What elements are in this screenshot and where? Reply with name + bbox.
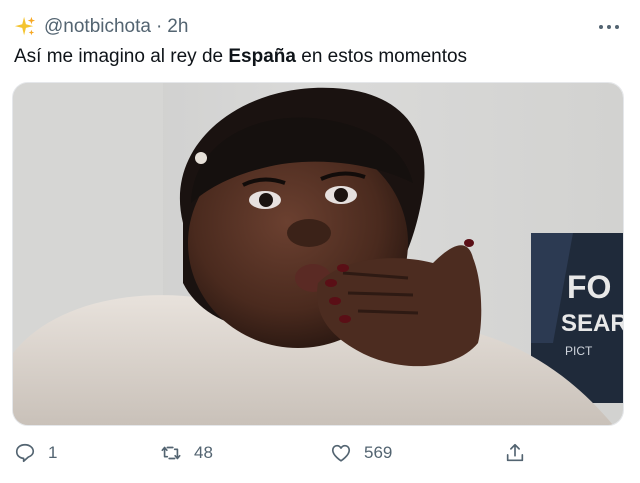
sparkle-icon (14, 16, 36, 36)
like-count: 569 (364, 443, 393, 462)
sign-line-3: PICT (565, 344, 593, 358)
tweet-text-bold: España (228, 46, 296, 67)
reply-icon (15, 443, 35, 463)
tweet-media-image[interactable]: FO SEAR PICT (12, 82, 624, 426)
share-button[interactable] (504, 436, 526, 470)
like-button[interactable]: 569 (330, 436, 392, 470)
more-icon[interactable] (594, 14, 624, 40)
sign-line-2: SEAR (561, 310, 623, 337)
retweet-button[interactable]: 48 (160, 436, 213, 470)
separator-dot: · (155, 16, 163, 37)
photo-illustration: FO SEAR PICT (13, 83, 623, 425)
retweet-count: 48 (194, 443, 213, 462)
tweet-text-start: Así me imagino al rey de (14, 46, 229, 67)
tweet-card[interactable]: @notbichota · 2h Así me imagino al rey d… (0, 0, 640, 483)
tweet-text: Así me imagino al rey de España en estos… (14, 44, 467, 70)
author-handle[interactable]: @notbichota (44, 16, 151, 38)
tweet-text-end: en estos momentos (295, 46, 468, 67)
reply-count: 1 (48, 443, 58, 462)
tweet-time[interactable]: 2h (167, 16, 188, 38)
like-icon (331, 444, 351, 462)
share-icon (506, 443, 524, 462)
tweet-header: @notbichota · 2h (14, 14, 188, 40)
reply-button[interactable]: 1 (14, 436, 57, 470)
tweet-actions: 1 48 569 (0, 436, 640, 470)
retweet-icon (161, 446, 181, 460)
sign-line-1: FO (567, 269, 611, 305)
